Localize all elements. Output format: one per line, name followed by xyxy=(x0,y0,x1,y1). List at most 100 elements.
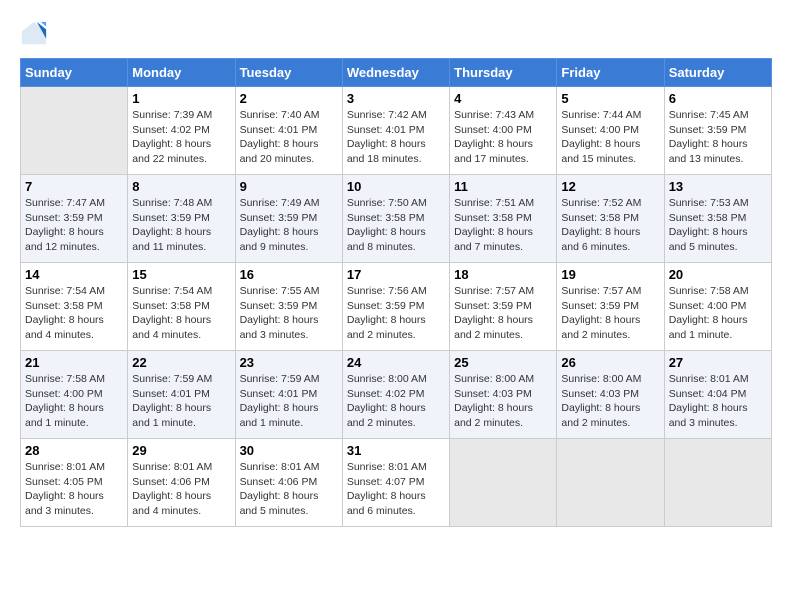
col-header-friday: Friday xyxy=(557,59,664,87)
calendar-cell: 25Sunrise: 8:00 AMSunset: 4:03 PMDayligh… xyxy=(450,351,557,439)
calendar-cell xyxy=(450,439,557,527)
calendar-cell: 21Sunrise: 7:58 AMSunset: 4:00 PMDayligh… xyxy=(21,351,128,439)
day-info: Sunrise: 7:54 AMSunset: 3:58 PMDaylight:… xyxy=(25,284,123,343)
calendar-cell: 24 Sunrise: 8:00 AMSunset: 4:02 PMDayligh… xyxy=(342,351,449,439)
calendar-cell xyxy=(664,439,771,527)
day-number: 7 xyxy=(25,179,123,194)
day-number: 30 xyxy=(240,443,338,458)
calendar-cell: 8 Sunrise: 7:48 AMSunset: 3:59 PMDaylight… xyxy=(128,175,235,263)
day-number: 14 xyxy=(25,267,123,282)
day-number: 20 xyxy=(669,267,767,282)
day-number: 28 xyxy=(25,443,123,458)
day-number: 10 xyxy=(347,179,445,194)
day-info: Sunrise: 7:56 AMSunset: 3:59 PMDaylight:… xyxy=(347,284,445,343)
day-number: 6 xyxy=(669,91,767,106)
calendar-cell: 30 Sunrise: 8:01 AMSunset: 4:06 PMDayligh… xyxy=(235,439,342,527)
day-info: Sunrise: 8:01 AMSunset: 4:05 PMDaylight:… xyxy=(25,460,123,519)
calendar-cell: 4 Sunrise: 7:43 AMSunset: 4:00 PMDaylight… xyxy=(450,87,557,175)
calendar-cell: 14 Sunrise: 7:54 AMSunset: 3:58 PMDayligh… xyxy=(21,263,128,351)
day-info: Sunrise: 7:50 AMSunset: 3:58 PMDaylight:… xyxy=(347,196,445,255)
calendar-cell: 28 Sunrise: 8:01 AMSunset: 4:05 PMDayligh… xyxy=(21,439,128,527)
calendar-cell: 16Sunrise: 7:55 AMSunset: 3:59 PMDayligh… xyxy=(235,263,342,351)
day-number: 4 xyxy=(454,91,552,106)
day-number: 18 xyxy=(454,267,552,282)
day-number: 22 xyxy=(132,355,230,370)
calendar-cell: 1 Sunrise: 7:39 AMSunset: 4:02 PMDaylight… xyxy=(128,87,235,175)
day-info: Sunrise: 8:00 AMSunset: 4:02 PMDaylight:… xyxy=(347,372,445,431)
col-header-thursday: Thursday xyxy=(450,59,557,87)
day-info: Sunrise: 7:43 AMSunset: 4:00 PMDaylight:… xyxy=(454,108,552,167)
calendar-cell: 31Sunrise: 8:01 AMSunset: 4:07 PMDayligh… xyxy=(342,439,449,527)
calendar-header-row: SundayMondayTuesdayWednesdayThursdayFrid… xyxy=(21,59,772,87)
calendar-cell: 12 Sunrise: 7:52 AMSunset: 3:58 PMDayligh… xyxy=(557,175,664,263)
calendar-cell: 7 Sunrise: 7:47 AMSunset: 3:59 PMDaylight… xyxy=(21,175,128,263)
day-info: Sunrise: 7:42 AMSunset: 4:01 PMDaylight:… xyxy=(347,108,445,167)
calendar-table: SundayMondayTuesdayWednesdayThursdayFrid… xyxy=(20,58,772,527)
calendar-cell: 11Sunrise: 7:51 AMSunset: 3:58 PMDayligh… xyxy=(450,175,557,263)
calendar-cell: 27 Sunrise: 8:01 AMSunset: 4:04 PMDayligh… xyxy=(664,351,771,439)
day-info: Sunrise: 8:01 AMSunset: 4:06 PMDaylight:… xyxy=(240,460,338,519)
col-header-sunday: Sunday xyxy=(21,59,128,87)
calendar-cell: 9 Sunrise: 7:49 AMSunset: 3:59 PMDaylight… xyxy=(235,175,342,263)
day-number: 12 xyxy=(561,179,659,194)
day-info: Sunrise: 7:59 AMSunset: 4:01 PMDaylight:… xyxy=(240,372,338,431)
day-number: 3 xyxy=(347,91,445,106)
day-number: 26 xyxy=(561,355,659,370)
calendar-cell: 15 Sunrise: 7:54 AMSunset: 3:58 PMDayligh… xyxy=(128,263,235,351)
calendar-week-row: 1 Sunrise: 7:39 AMSunset: 4:02 PMDaylight… xyxy=(21,87,772,175)
day-number: 29 xyxy=(132,443,230,458)
calendar-cell: 22Sunrise: 7:59 AMSunset: 4:01 PMDayligh… xyxy=(128,351,235,439)
day-info: Sunrise: 7:53 AMSunset: 3:58 PMDaylight:… xyxy=(669,196,767,255)
col-header-monday: Monday xyxy=(128,59,235,87)
calendar-cell: 5 Sunrise: 7:44 AMSunset: 4:00 PMDaylight… xyxy=(557,87,664,175)
day-number: 8 xyxy=(132,179,230,194)
day-number: 27 xyxy=(669,355,767,370)
day-info: Sunrise: 7:58 AMSunset: 4:00 PMDaylight:… xyxy=(669,284,767,343)
calendar-cell: 18 Sunrise: 7:57 AMSunset: 3:59 PMDayligh… xyxy=(450,263,557,351)
calendar-week-row: 7 Sunrise: 7:47 AMSunset: 3:59 PMDaylight… xyxy=(21,175,772,263)
calendar-week-row: 14 Sunrise: 7:54 AMSunset: 3:58 PMDayligh… xyxy=(21,263,772,351)
day-number: 9 xyxy=(240,179,338,194)
day-info: Sunrise: 7:39 AMSunset: 4:02 PMDaylight:… xyxy=(132,108,230,167)
day-number: 2 xyxy=(240,91,338,106)
day-number: 15 xyxy=(132,267,230,282)
calendar-cell: 23Sunrise: 7:59 AMSunset: 4:01 PMDayligh… xyxy=(235,351,342,439)
day-info: Sunrise: 7:48 AMSunset: 3:59 PMDaylight:… xyxy=(132,196,230,255)
day-info: Sunrise: 7:55 AMSunset: 3:59 PMDaylight:… xyxy=(240,284,338,343)
day-number: 19 xyxy=(561,267,659,282)
day-number: 21 xyxy=(25,355,123,370)
day-info: Sunrise: 7:54 AMSunset: 3:58 PMDaylight:… xyxy=(132,284,230,343)
calendar-week-row: 28 Sunrise: 8:01 AMSunset: 4:05 PMDayligh… xyxy=(21,439,772,527)
calendar-cell: 3 Sunrise: 7:42 AMSunset: 4:01 PMDaylight… xyxy=(342,87,449,175)
day-info: Sunrise: 7:51 AMSunset: 3:58 PMDaylight:… xyxy=(454,196,552,255)
day-info: Sunrise: 8:01 AMSunset: 4:04 PMDaylight:… xyxy=(669,372,767,431)
logo xyxy=(20,20,52,48)
day-info: Sunrise: 7:40 AMSunset: 4:01 PMDaylight:… xyxy=(240,108,338,167)
calendar-cell: 20 Sunrise: 7:58 AMSunset: 4:00 PMDayligh… xyxy=(664,263,771,351)
day-number: 1 xyxy=(132,91,230,106)
calendar-cell xyxy=(557,439,664,527)
calendar-cell: 10 Sunrise: 7:50 AMSunset: 3:58 PMDayligh… xyxy=(342,175,449,263)
calendar-cell: 26Sunrise: 8:00 AMSunset: 4:03 PMDayligh… xyxy=(557,351,664,439)
day-info: Sunrise: 8:01 AMSunset: 4:06 PMDaylight:… xyxy=(132,460,230,519)
calendar-cell: 19 Sunrise: 7:57 AMSunset: 3:59 PMDayligh… xyxy=(557,263,664,351)
day-info: Sunrise: 7:47 AMSunset: 3:59 PMDaylight:… xyxy=(25,196,123,255)
page-header xyxy=(20,20,772,48)
day-info: Sunrise: 7:49 AMSunset: 3:59 PMDaylight:… xyxy=(240,196,338,255)
day-info: Sunrise: 7:57 AMSunset: 3:59 PMDaylight:… xyxy=(454,284,552,343)
calendar-cell: 6 Sunrise: 7:45 AMSunset: 3:59 PMDaylight… xyxy=(664,87,771,175)
day-number: 24 xyxy=(347,355,445,370)
logo-icon xyxy=(20,20,48,48)
day-number: 13 xyxy=(669,179,767,194)
col-header-wednesday: Wednesday xyxy=(342,59,449,87)
day-info: Sunrise: 8:01 AMSunset: 4:07 PMDaylight:… xyxy=(347,460,445,519)
day-number: 5 xyxy=(561,91,659,106)
calendar-cell: 13 Sunrise: 7:53 AMSunset: 3:58 PMDayligh… xyxy=(664,175,771,263)
day-info: Sunrise: 7:57 AMSunset: 3:59 PMDaylight:… xyxy=(561,284,659,343)
day-info: Sunrise: 7:45 AMSunset: 3:59 PMDaylight:… xyxy=(669,108,767,167)
day-info: Sunrise: 7:44 AMSunset: 4:00 PMDaylight:… xyxy=(561,108,659,167)
calendar-week-row: 21Sunrise: 7:58 AMSunset: 4:00 PMDayligh… xyxy=(21,351,772,439)
day-number: 25 xyxy=(454,355,552,370)
calendar-cell: 17Sunrise: 7:56 AMSunset: 3:59 PMDayligh… xyxy=(342,263,449,351)
day-info: Sunrise: 7:52 AMSunset: 3:58 PMDaylight:… xyxy=(561,196,659,255)
